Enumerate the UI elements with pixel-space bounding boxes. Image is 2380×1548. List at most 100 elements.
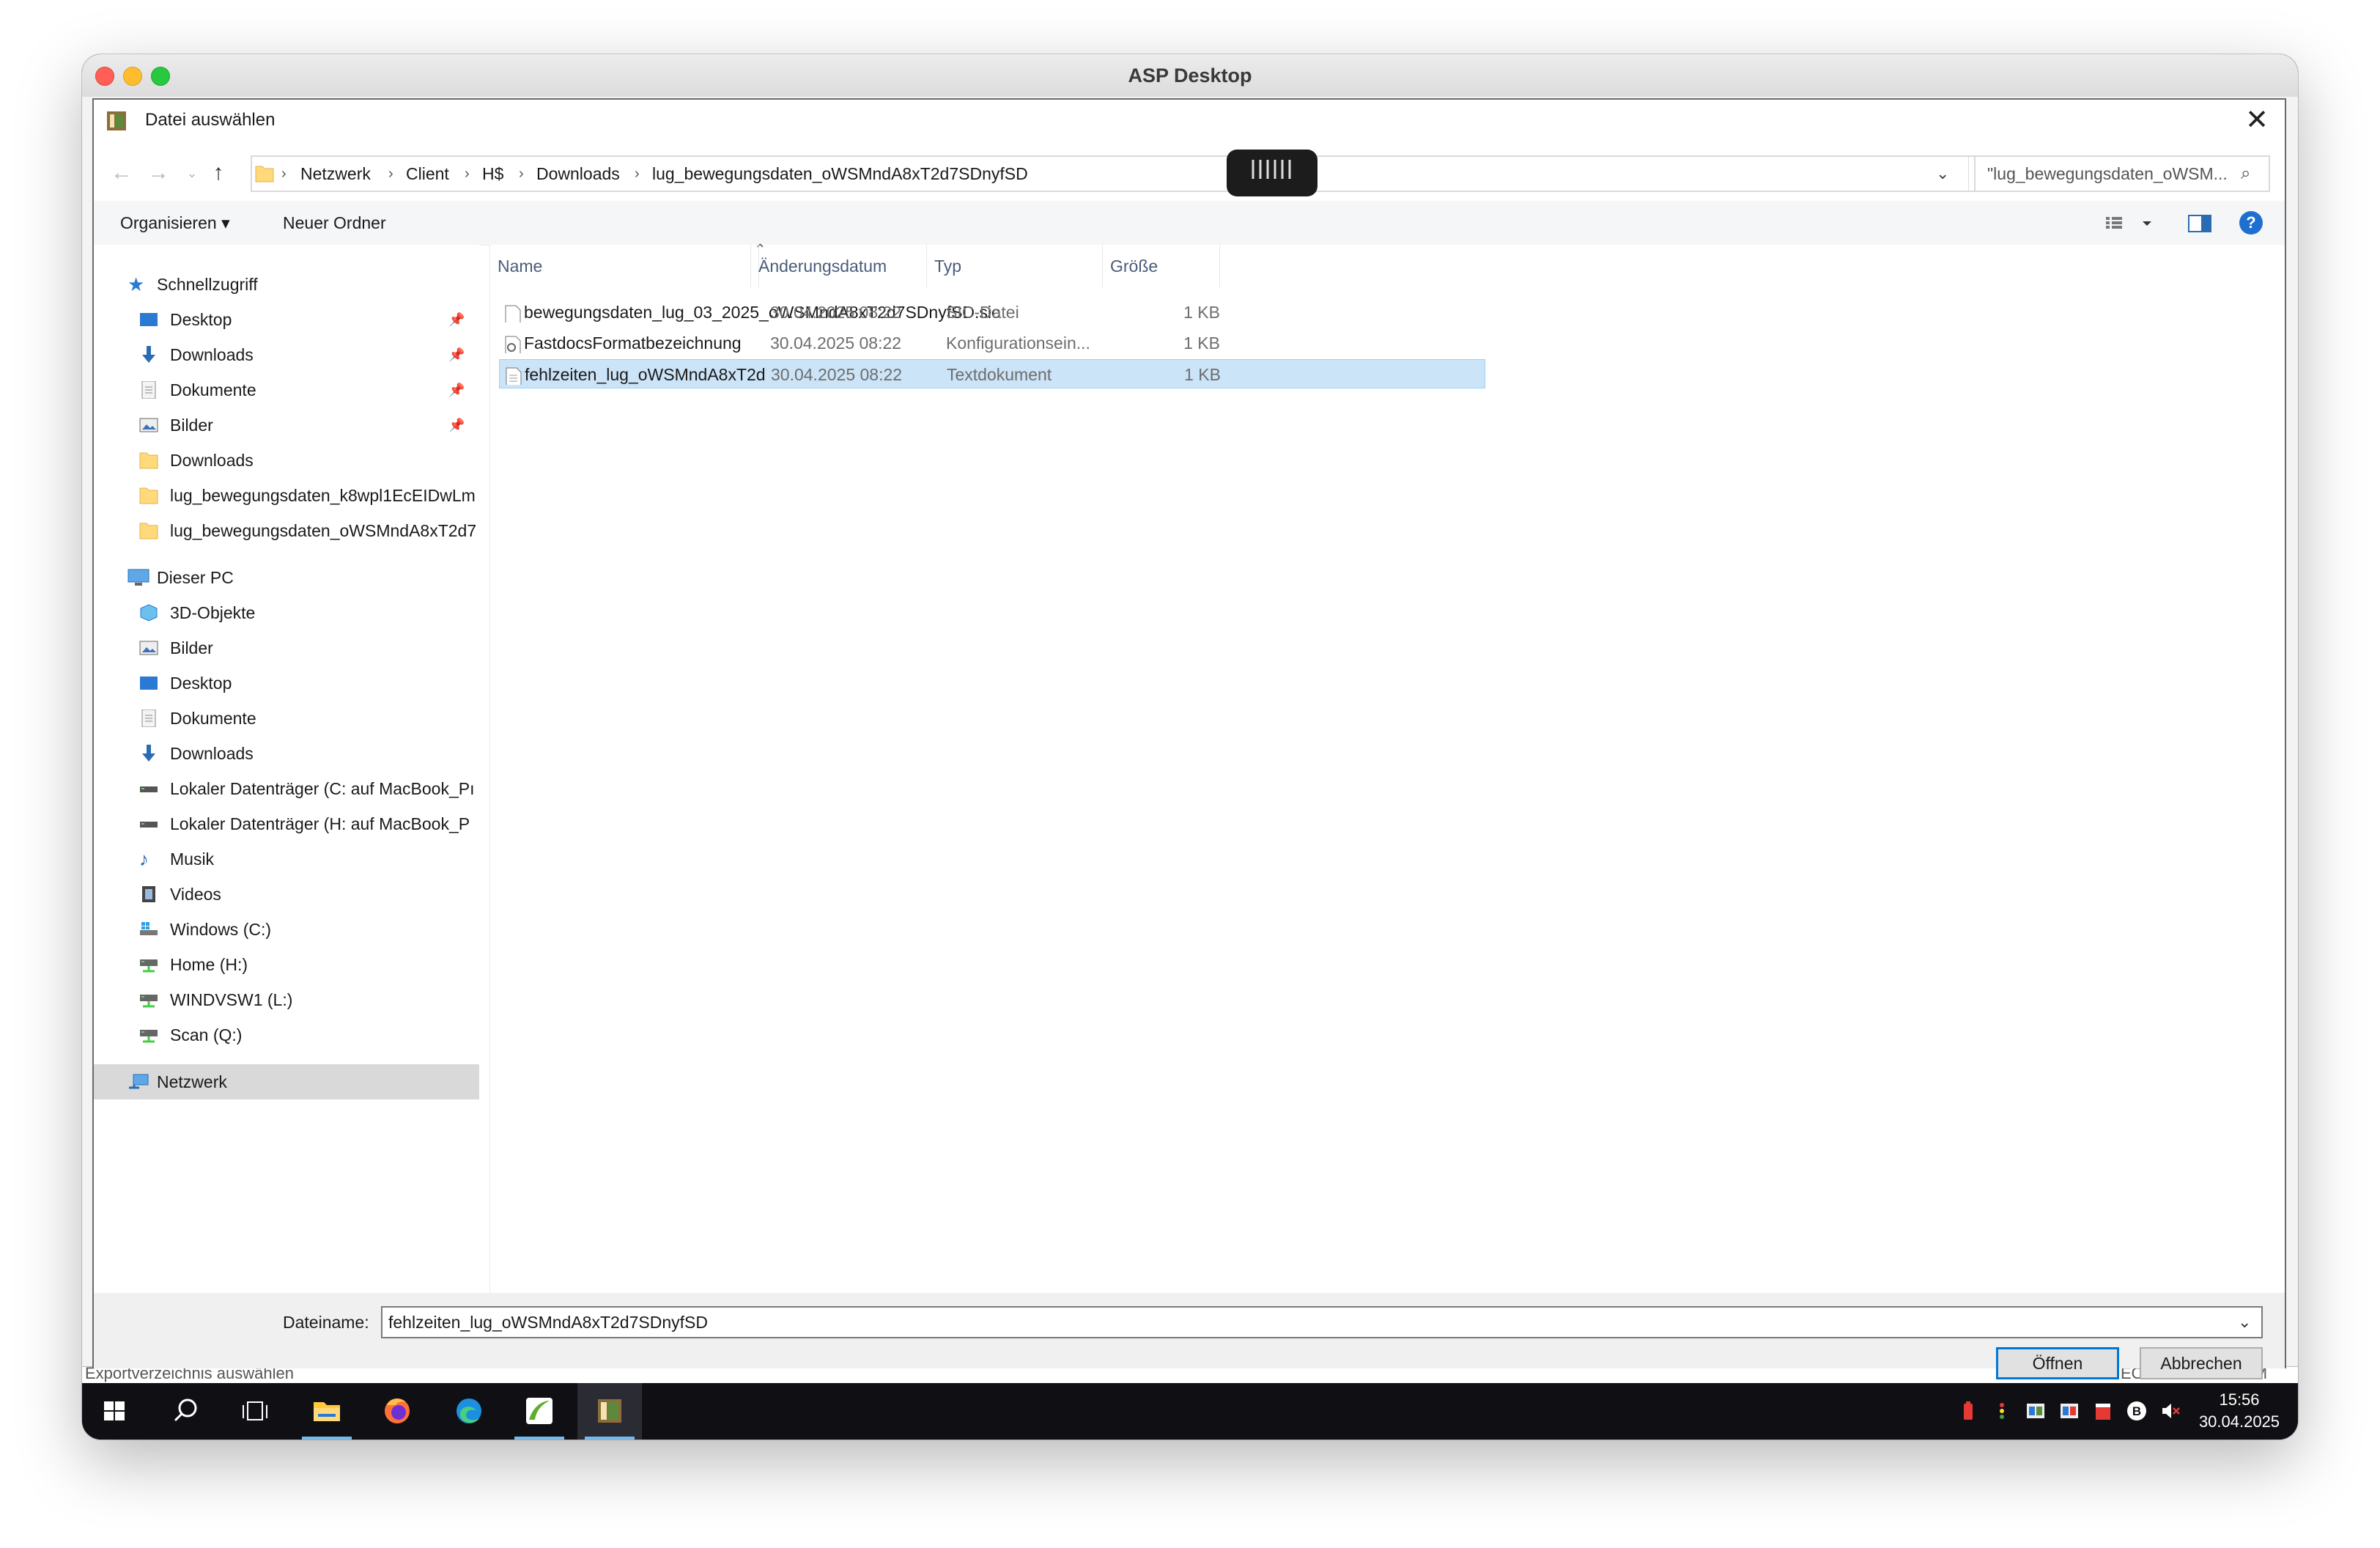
nav-this-pc[interactable]: Dieser PC	[94, 560, 479, 595]
dialog-title: Datei auswählen	[145, 110, 276, 130]
column-header-size[interactable]: Größe	[1103, 245, 1220, 287]
tray-app-icon[interactable]	[2059, 1401, 2080, 1421]
pin-icon[interactable]: 📌	[448, 312, 465, 328]
network-drive-icon	[139, 1026, 158, 1044]
firefox-icon[interactable]	[365, 1383, 429, 1440]
dialog-close-button[interactable]: ✕	[2236, 100, 2277, 141]
nav-item-downloads-folder[interactable]: Downloads	[94, 443, 479, 478]
mac-titlebar: ASP Desktop	[82, 54, 2298, 97]
nav-quick-access[interactable]: ★ Schnellzugriff	[94, 267, 479, 302]
taskbar-clock[interactable]: 15:56 30.04.2025	[2195, 1389, 2283, 1433]
nav-item-windows-c[interactable]: Windows (C:)	[94, 912, 479, 947]
pin-icon[interactable]: 📌	[448, 418, 465, 433]
view-options-icon[interactable]	[2104, 213, 2156, 233]
drag-handle[interactable]	[1227, 150, 1318, 196]
folder-icon	[139, 522, 158, 539]
new-folder-button[interactable]: Neuer Ordner	[283, 201, 386, 245]
nav-item-home-h[interactable]: Home (H:)	[94, 947, 479, 982]
organize-button[interactable]: Organisieren ▾	[120, 201, 230, 245]
address-bar[interactable]: › Netzwerk › Client › H$ › Downloads › l…	[251, 155, 2031, 192]
nav-item-videos[interactable]: Videos	[94, 877, 479, 912]
nav-item-desktop[interactable]: Desktop 📌	[94, 302, 479, 337]
nav-item-scan-q[interactable]: Scan (Q:)	[94, 1017, 479, 1053]
document-icon	[139, 709, 158, 728]
file-list: ⌃ Name Änderungsdatum Typ Größe bewegung…	[489, 242, 2284, 1293]
folder-icon	[139, 452, 158, 469]
breadcrumb-client[interactable]: Client	[406, 157, 449, 191]
network-icon	[128, 1073, 149, 1091]
nav-item-pc-desktop[interactable]: Desktop	[94, 666, 479, 701]
breadcrumb-h[interactable]: H$	[482, 157, 503, 191]
filename-input[interactable]	[381, 1306, 2263, 1338]
nav-item-musik[interactable]: ♪ Musik	[94, 841, 479, 877]
edge-icon[interactable]	[437, 1383, 501, 1440]
up-arrow-icon[interactable]: ↑	[204, 152, 233, 194]
navigation-pane: ★ Schnellzugriff Desktop 📌 Downloads 📌 D…	[94, 245, 479, 1293]
nav-item-folder-owsm[interactable]: lug_bewegungsdaten_oWSMndA8xT2d7	[94, 513, 479, 548]
nav-item-downloads[interactable]: Downloads 📌	[94, 337, 479, 372]
taskbar: B 15:56 30.04.2025	[82, 1383, 2298, 1440]
breadcrumb-netzwerk[interactable]: Netzwerk	[300, 157, 371, 191]
config-file-icon	[505, 334, 522, 353]
address-dropdown-icon[interactable]: ⌄	[1936, 157, 1949, 191]
nav-item-pc-dokumente[interactable]: Dokumente	[94, 701, 479, 736]
file-row-selected[interactable]: fehlzeiten_lug_oWSMndA8xT2d7SDnyfSD 30.0…	[499, 359, 1485, 388]
clock-time: 15:56	[2219, 1390, 2260, 1409]
nav-item-dokumente[interactable]: Dokumente 📌	[94, 372, 479, 408]
text-file-icon	[506, 366, 523, 385]
help-icon[interactable]: ?	[2239, 211, 2263, 235]
file-explorer-icon[interactable]	[295, 1383, 359, 1440]
download-arrow-icon	[139, 745, 158, 762]
nav-item-windvsw1-l[interactable]: WINDVSW1 (L:)	[94, 982, 479, 1017]
breadcrumb-downloads[interactable]: Downloads	[536, 157, 620, 191]
tray-app-icon[interactable]	[2025, 1401, 2046, 1421]
3d-objects-icon	[139, 604, 158, 622]
video-icon	[139, 885, 158, 903]
nav-network[interactable]: Netzwerk	[94, 1064, 479, 1099]
nav-item-3d-objekte[interactable]: 3D-Objekte	[94, 595, 479, 630]
window-title: ASP Desktop	[1128, 64, 1252, 86]
pin-icon[interactable]: 📌	[448, 347, 465, 363]
search-input[interactable]: "lug_bewegungsdaten_oWSM... ⌕	[1974, 155, 2270, 192]
bluetooth-icon[interactable]: B	[2126, 1401, 2147, 1421]
column-header-date[interactable]: Änderungsdatum	[751, 245, 927, 287]
column-header-type[interactable]: Typ	[927, 245, 1103, 287]
recent-chevron-icon[interactable]: ⌄	[177, 152, 207, 194]
desktop-icon	[139, 311, 158, 328]
traffic-light-icon[interactable]	[1992, 1401, 2012, 1421]
file-row[interactable]: FastdocsFormatbezeichnung 30.04.2025 08:…	[499, 328, 1485, 358]
task-view-icon[interactable]	[223, 1383, 287, 1440]
nav-item-pc-downloads[interactable]: Downloads	[94, 736, 479, 771]
folder-icon	[139, 487, 158, 504]
app-icon	[106, 108, 129, 132]
nav-item-pc-bilder[interactable]: Bilder	[94, 630, 479, 666]
back-arrow-icon[interactable]: ←	[107, 152, 136, 194]
nav-item-folder-k8wp[interactable]: lug_bewegungsdaten_k8wpl1EcEIDwLm	[94, 478, 479, 513]
nav-item-drive-c-mac[interactable]: Lokaler Datenträger (C: auf MacBook_Pı	[94, 771, 479, 806]
search-icon[interactable]	[152, 1383, 217, 1440]
speaker-muted-icon[interactable]	[2160, 1401, 2181, 1421]
asp-app-icon[interactable]	[577, 1383, 642, 1440]
network-drive-icon	[139, 956, 158, 973]
preview-pane-icon[interactable]	[2188, 214, 2211, 233]
svg-text:B: B	[2132, 1404, 2141, 1418]
tray-alert-icon[interactable]	[2093, 1401, 2113, 1421]
battery-icon[interactable]	[1958, 1401, 1978, 1421]
nav-item-drive-h-mac[interactable]: Lokaler Datenträger (H: auf MacBook_P	[94, 806, 479, 841]
nav-item-bilder[interactable]: Bilder 📌	[94, 408, 479, 443]
breadcrumb-current-folder[interactable]: lug_bewegungsdaten_oWSMndA8xT2d7SDnyfSD	[652, 157, 1028, 191]
open-button[interactable]: Öffnen	[1996, 1347, 2119, 1379]
document-icon	[139, 380, 158, 399]
music-icon: ♪	[139, 848, 149, 870]
forward-arrow-icon[interactable]: →	[144, 152, 173, 194]
folder-icon	[255, 163, 274, 183]
filename-label: Dateiname:	[283, 1313, 369, 1332]
cancel-button[interactable]: Abbrechen	[2140, 1347, 2263, 1379]
filename-dropdown-icon[interactable]: ⌄	[2238, 1306, 2251, 1338]
app-status-bar: Exportverzeichnis auswählen EOK NUM	[82, 1364, 2298, 1384]
file-row[interactable]: bewegungsdaten_lug_03_2025_oWSMndA8xT2d7…	[499, 298, 1485, 327]
app-green-icon[interactable]	[507, 1383, 572, 1440]
windows-start-icon[interactable]	[82, 1383, 147, 1440]
pin-icon[interactable]: 📌	[448, 383, 465, 398]
clock-date: 30.04.2025	[2198, 1412, 2280, 1431]
